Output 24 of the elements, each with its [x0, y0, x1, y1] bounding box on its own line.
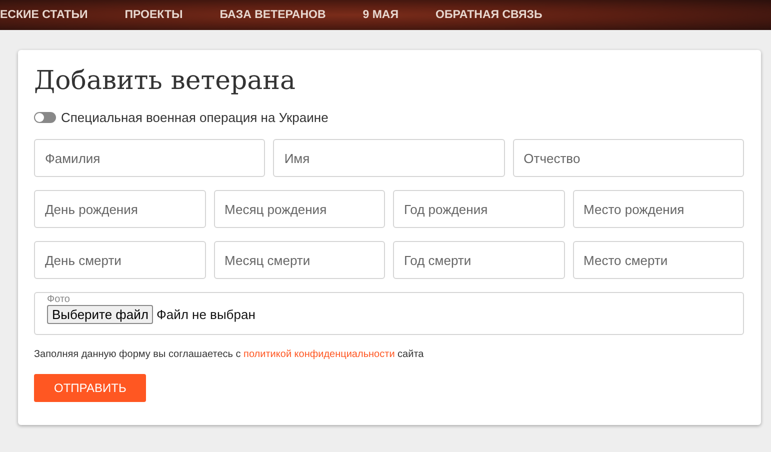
consent-text: Заполняя данную форму вы соглашаетесь с политикой конфиденциальности сайта	[34, 349, 425, 360]
input-field[interactable]: Место рождения	[572, 190, 744, 228]
input-field[interactable]: Фамилия	[34, 139, 266, 177]
input-field[interactable]: День рождения	[34, 190, 206, 228]
toggle-switch[interactable]	[34, 112, 56, 123]
photo-label: Фото	[47, 295, 71, 305]
file-status: Файл не выбран	[156, 307, 256, 322]
input-field[interactable]: Месяц смерти	[214, 241, 385, 279]
toggle-label: Специальная военная операция на Украине	[61, 110, 328, 125]
input-field[interactable]: Место смерти	[572, 241, 744, 279]
photo-field[interactable]: Фото Выберите файл Файл не выбран	[34, 292, 744, 335]
input-field[interactable]: Месяц рождения	[214, 190, 385, 228]
input-field[interactable]: Год рождения	[393, 190, 564, 228]
choose-file-button[interactable]: Выберите файл	[47, 305, 154, 324]
nav-link[interactable]: 9 МАЯ	[362, 9, 399, 21]
input-field[interactable]: Отчество	[512, 139, 744, 177]
form-title: Добавить ветерана	[34, 66, 296, 96]
input-field[interactable]: Год смерти	[393, 241, 564, 279]
nav-link[interactable]: ОБРАТНАЯ СВЯЗЬ	[436, 9, 542, 21]
nav-link[interactable]: БАЗА ВЕТЕРАНОВ	[220, 9, 326, 21]
nav-link[interactable]: ПРОЕКТЫ	[124, 9, 183, 21]
input-field[interactable]: День смерти	[34, 241, 206, 279]
nav-link[interactable]: ЕСКИЕ СТАТЬИ	[0, 9, 88, 21]
input-field[interactable]: Имя	[273, 139, 505, 177]
